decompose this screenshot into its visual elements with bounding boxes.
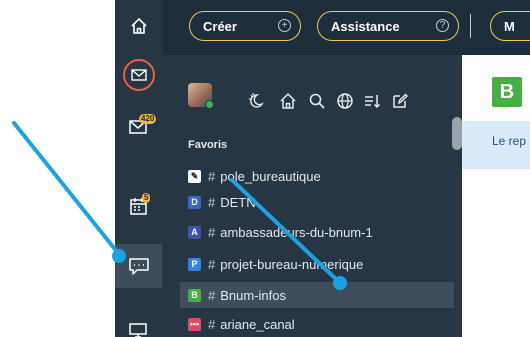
top-bar: Créer + Assistance ? M [162,0,530,55]
hash-icon: # [208,256,216,272]
rail-calendar[interactable]: 5 [115,186,162,226]
room-item-ariane-canal[interactable]: ••• # ariane_canal [180,311,454,337]
room-panel: Favoris ✎ # pole_bureautique D # DETN A … [162,55,462,337]
room-item-pole-bureautique[interactable]: ✎ # pole_bureautique [180,163,454,189]
room-item-ambassadeurs[interactable]: A # ambassadeurs-du-bnum-1 [180,219,454,245]
room-avatar-icon: ✎ [188,169,201,183]
room-list-scrollbar[interactable] [452,117,462,150]
create-button[interactable]: Créer + [189,11,301,41]
room-letter-icon: B [188,288,201,302]
hash-icon: # [208,287,216,303]
rail-mail[interactable]: 420 [115,106,162,146]
arrow-to-chat-rail [12,121,126,263]
calendar-badge: 5 [142,193,151,203]
room-item-projet-bureau[interactable]: P # projet-bureau-numerique [180,251,454,277]
room-letter-icon: P [188,257,201,271]
room-letter-icon: A [188,225,201,239]
rail-home[interactable] [115,6,162,46]
search-icon[interactable] [308,92,326,110]
help-button[interactable]: Assistance ? [317,11,459,41]
room-label: ariane_canal [220,316,295,332]
room-item-detn[interactable]: D # DETN [180,189,454,215]
hash-icon: # [208,194,216,210]
more-button-label: M [504,18,515,34]
question-circle-icon: ? [436,19,449,32]
room-label: projet-bureau-numerique [220,256,364,272]
night-mode-icon[interactable] [247,92,265,110]
room-info-banner: Le rep [462,121,530,169]
room-avatar: B [492,77,522,107]
room-content [462,169,530,337]
room-header: B [462,55,530,121]
rail-recent-mail[interactable] [115,53,162,97]
rail-chat[interactable] [115,244,162,288]
rail-desktop[interactable] [115,310,162,337]
topbar-separator [470,14,471,38]
favorites-section-label: Favoris [188,139,228,151]
recent-mail-icon [122,59,155,91]
hash-icon: # [208,224,216,240]
room-letter-icon: D [188,195,201,209]
globe-icon[interactable] [336,92,354,110]
sort-icon[interactable] [363,92,381,110]
create-button-label: Créer [203,18,237,34]
chat-bubble-icon: ••• [188,317,201,331]
app-rail: 420 5 [115,0,162,337]
mail-badge: 420 [139,114,157,124]
room-label: Bnum-infos [220,287,286,303]
room-label: pole_bureautique [220,168,321,184]
room-label: ambassadeurs-du-bnum-1 [220,224,373,240]
room-item-bnum-infos[interactable]: B # Bnum-infos [180,282,454,308]
more-button[interactable]: M [490,11,530,41]
chat-icon [128,258,149,275]
edit-icon[interactable] [391,92,409,110]
home-icon[interactable] [279,92,297,110]
desktop-icon [128,323,147,337]
hash-icon: # [208,316,216,332]
online-status-dot [205,100,214,109]
room-label: DETN [220,194,256,210]
home-icon [130,18,147,34]
help-button-label: Assistance [331,18,400,34]
plus-circle-icon: + [278,19,291,32]
avatar[interactable] [188,83,214,109]
hash-icon: # [208,168,216,184]
